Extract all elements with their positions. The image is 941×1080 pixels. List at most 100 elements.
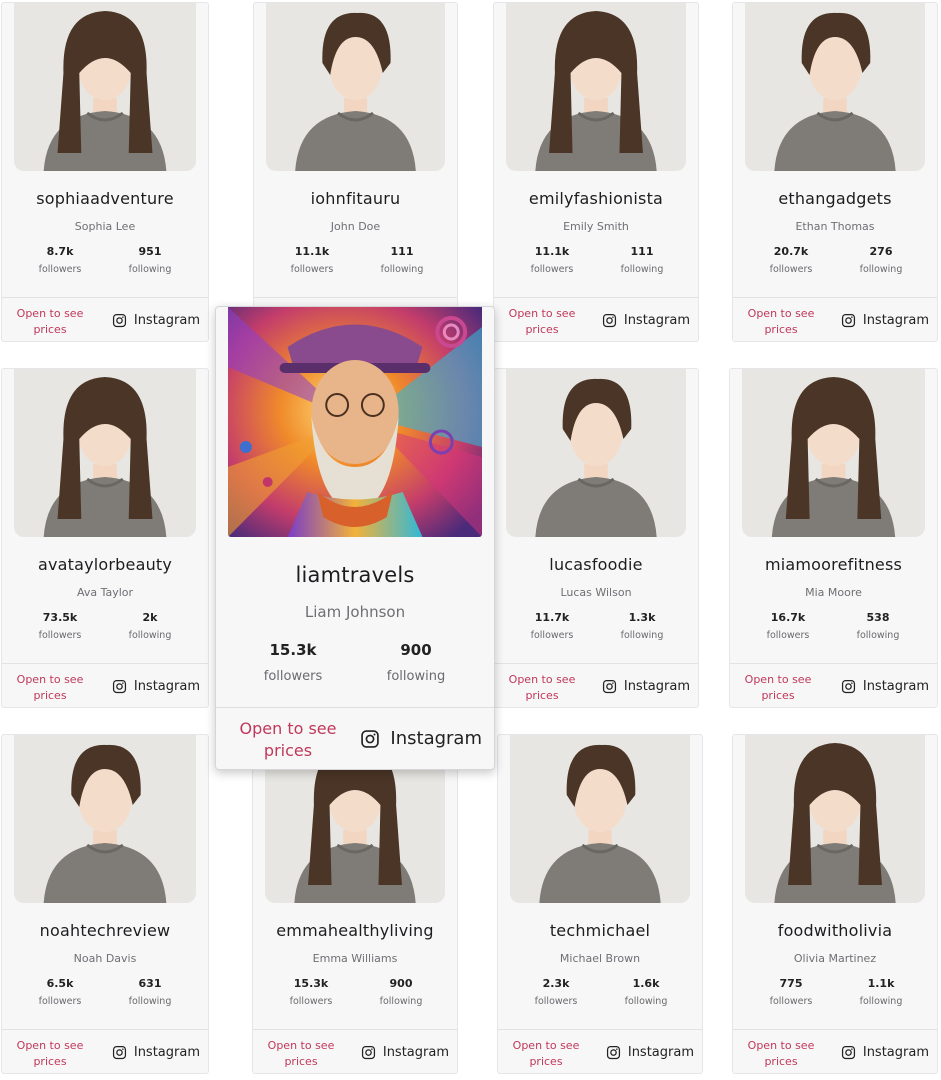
instagram-label: Instagram (133, 1045, 200, 1060)
featured-instagram-link[interactable]: Instagram (360, 728, 482, 749)
following-count: 1.3k (628, 611, 656, 624)
instagram-icon (361, 729, 380, 748)
profile-photo (745, 735, 925, 903)
open-prices-link[interactable]: Open to see prices (741, 1038, 821, 1070)
open-prices-link[interactable]: Open to see prices (741, 306, 821, 338)
username: avataylorbeauty (37, 555, 173, 574)
instagram-link[interactable]: Instagram (112, 1045, 200, 1060)
followers-count: 15.3k (293, 977, 329, 990)
following-label: following (128, 630, 172, 641)
following-label: following (859, 996, 903, 1007)
profile-photo (742, 369, 925, 537)
featured-followers-label: followers (263, 669, 323, 684)
full-name: Emma Williams (312, 952, 398, 965)
username: ethangadgets (778, 189, 892, 208)
instagram-icon (112, 313, 126, 328)
full-name: Ethan Thomas (795, 220, 875, 233)
influencer-card[interactable]: iohnfitauru John Doe 11.1k followers 111 foll… (253, 2, 458, 342)
username: emilyfashionista (528, 189, 664, 208)
instagram-link[interactable]: Instagram (606, 1045, 694, 1060)
followers-count: 775 (779, 977, 803, 990)
instagram-link[interactable]: Instagram (841, 679, 929, 694)
followers-stat: 73.5k followers (20, 611, 100, 641)
full-name: Sophia Lee (74, 220, 136, 233)
profile-photo (745, 3, 925, 171)
instagram-icon (602, 313, 616, 328)
open-prices-link[interactable]: Open to see prices (10, 1038, 90, 1070)
card-footer: Open to see prices Instagram (733, 297, 937, 341)
followers-stat: 2.3k followers (516, 977, 596, 1007)
profile-photo (14, 3, 196, 171)
influencer-card[interactable]: miamoorefitness Mia Moore 16.7k followers 53… (729, 368, 938, 708)
influencer-card[interactable]: emmahealthyliving Emma Williams 15.3k follo… (252, 734, 458, 1074)
followers-count: 11.1k (294, 245, 330, 258)
open-prices-link[interactable]: Open to see prices (502, 306, 582, 338)
following-stat: 111 following (362, 245, 442, 275)
followers-label: followers (530, 630, 574, 641)
instagram-icon (606, 1045, 620, 1060)
followers-stat: 8.7k followers (20, 245, 100, 275)
full-name: Emily Smith (563, 220, 629, 233)
instagram-link[interactable]: Instagram (841, 1045, 929, 1060)
open-prices-link[interactable]: Open to see prices (261, 1038, 341, 1070)
instagram-link[interactable]: Instagram (361, 1045, 449, 1060)
instagram-label: Instagram (382, 1045, 449, 1060)
card-footer: Open to see prices Instagram (494, 663, 698, 707)
full-name: Michael Brown (559, 952, 641, 965)
followers-label: followers (766, 630, 810, 641)
instagram-icon (602, 679, 616, 694)
instagram-link[interactable]: Instagram (841, 313, 929, 328)
card-footer: Open to see prices Instagram (730, 663, 937, 707)
full-name: Lucas Wilson (560, 586, 632, 599)
followers-stat: 775 followers (751, 977, 831, 1007)
open-prices-link[interactable]: Open to see prices (502, 672, 582, 704)
instagram-link[interactable]: Instagram (112, 313, 200, 328)
username: lucasfoodie (549, 555, 643, 574)
followers-label: followers (534, 996, 578, 1007)
open-prices-link[interactable]: Open to see prices (10, 306, 90, 338)
influencer-card[interactable]: techmichael Michael Brown 2.3k followers 1.6… (497, 734, 703, 1074)
instagram-icon (841, 313, 855, 328)
influencer-card[interactable]: sophiaadventure Sophia Lee 8.7k followers 95… (1, 2, 209, 342)
followers-count: 11.7k (534, 611, 570, 624)
open-prices-link[interactable]: Open to see prices (10, 672, 90, 704)
featured-following-stat: 900 following (361, 641, 471, 684)
followers-label: followers (38, 630, 82, 641)
influencer-card[interactable]: emilyfashionista Emily Smith 11.1k follower… (493, 2, 699, 342)
profile-photo (266, 3, 445, 171)
following-count: 900 (389, 977, 413, 990)
influencer-card[interactable]: ethangadgets Ethan Thomas 20.7k followers 27… (732, 2, 938, 342)
influencer-card[interactable]: lucasfoodie Lucas Wilson 11.7k followers 1.3… (493, 368, 699, 708)
followers-label: followers (38, 996, 82, 1007)
instagram-link[interactable]: Instagram (602, 313, 690, 328)
influencer-card[interactable]: avataylorbeauty Ava Taylor 73.5k followers 2… (1, 368, 209, 708)
open-prices-link[interactable]: Open to see prices (506, 1038, 586, 1070)
followers-label: followers (38, 264, 82, 275)
followers-stat: 15.3k followers (271, 977, 351, 1007)
following-stat: 631 following (110, 977, 190, 1007)
instagram-label: Instagram (133, 313, 200, 328)
following-stat: 111 following (602, 245, 682, 275)
influencer-card[interactable]: foodwitholivia Olivia Martinez 775 follower… (732, 734, 938, 1074)
featured-open-prices-link[interactable]: Open to see prices (230, 718, 346, 762)
influencer-card[interactable]: noahtechreview Noah Davis 6.5k followers 631… (1, 734, 209, 1074)
username: sophiaadventure (36, 189, 174, 208)
following-stat: 900 following (361, 977, 441, 1007)
following-count: 1.6k (632, 977, 660, 990)
followers-stat: 16.7k followers (748, 611, 828, 641)
instagram-icon (112, 1045, 126, 1060)
instagram-link[interactable]: Instagram (602, 679, 690, 694)
followers-stat: 20.7k followers (751, 245, 831, 275)
followers-stat: 6.5k followers (20, 977, 100, 1007)
followers-label: followers (530, 264, 574, 275)
profile-photo (14, 369, 196, 537)
open-prices-link[interactable]: Open to see prices (738, 672, 818, 704)
following-label: following (624, 996, 668, 1007)
card-footer: Open to see prices Instagram (733, 1029, 937, 1073)
full-name: Olivia Martinez (793, 952, 877, 965)
following-count: 538 (866, 611, 890, 624)
featured-username: liamtravels (295, 563, 415, 587)
instagram-link[interactable]: Instagram (112, 679, 200, 694)
following-label: following (620, 630, 664, 641)
featured-influencer-card[interactable]: liamtravels Liam Johnson 15.3k followers… (215, 306, 495, 770)
